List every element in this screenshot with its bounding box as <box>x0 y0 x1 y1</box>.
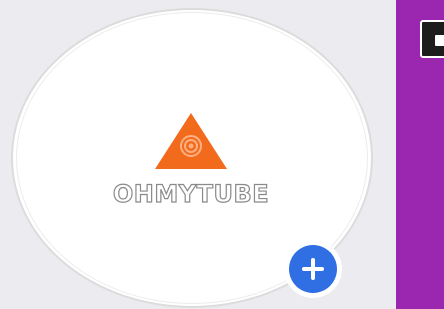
profile-avatar-screen: OHMYTUBE <box>0 0 444 309</box>
orange-triangle-logo-icon <box>155 113 227 169</box>
add-button-circle <box>289 245 337 293</box>
add-photo-button[interactable] <box>284 240 342 298</box>
plus-icon <box>302 258 324 280</box>
app-tile-glyph <box>435 35 444 46</box>
app-tile-icon[interactable] <box>420 20 444 58</box>
brand-name: OHMYTUBE <box>112 179 270 208</box>
